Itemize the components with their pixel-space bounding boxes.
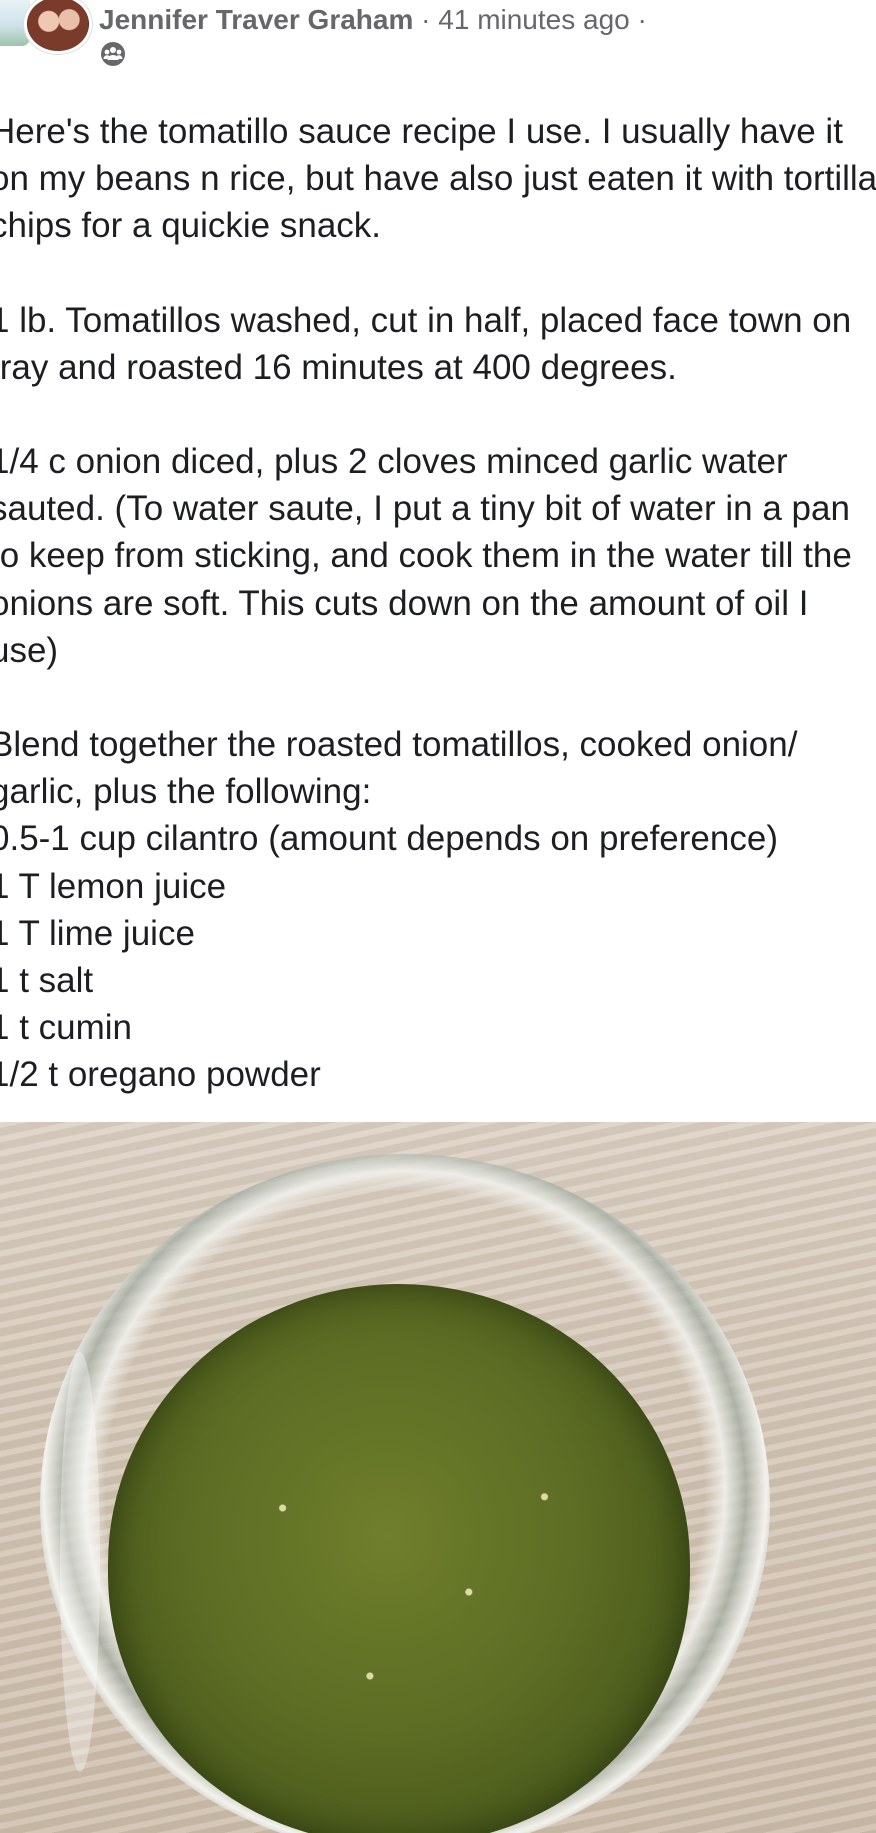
ingredient-item: 0.5-1 cup cilantro (amount depends on pr… xyxy=(0,819,778,859)
post-photo[interactable] xyxy=(0,1122,876,1833)
meta-separator: · xyxy=(629,4,647,35)
post-header: Jennifer Traver Graham · 41 minutes ago … xyxy=(0,0,876,80)
glass-highlight xyxy=(60,1352,100,1772)
post-paragraph: 1 lb. Tomatillos washed, cut in half, pl… xyxy=(0,300,861,387)
post-timestamp[interactable]: 41 minutes ago xyxy=(438,4,629,35)
ingredient-item: 1 t salt xyxy=(0,961,94,1001)
blend-instructions: Blend together the roasted tomatillos, c… xyxy=(0,725,808,812)
ingredient-item: 1 T lime juice xyxy=(0,913,195,953)
author-name[interactable]: Jennifer Traver Graham xyxy=(99,4,413,35)
ingredient-item: 1/2 t oregano powder xyxy=(0,1055,321,1095)
post-paragraph: 1/4 c onion diced, plus 2 cloves minced … xyxy=(0,442,852,670)
ingredient-item: 1 t cumin xyxy=(0,1008,132,1048)
avatar[interactable] xyxy=(24,0,92,54)
meta-separator: · xyxy=(413,4,439,35)
post-body: Here's the tomatillo sauce recipe I use.… xyxy=(0,108,876,1099)
ingredient-item: 1 T lemon juice xyxy=(0,866,227,906)
tomatillo-sauce xyxy=(108,1284,690,1833)
group-icon xyxy=(101,42,125,66)
post-meta: Jennifer Traver Graham · 41 minutes ago … xyxy=(99,2,647,38)
post-paragraph: Here's the tomatillo sauce recipe I use.… xyxy=(0,112,876,246)
